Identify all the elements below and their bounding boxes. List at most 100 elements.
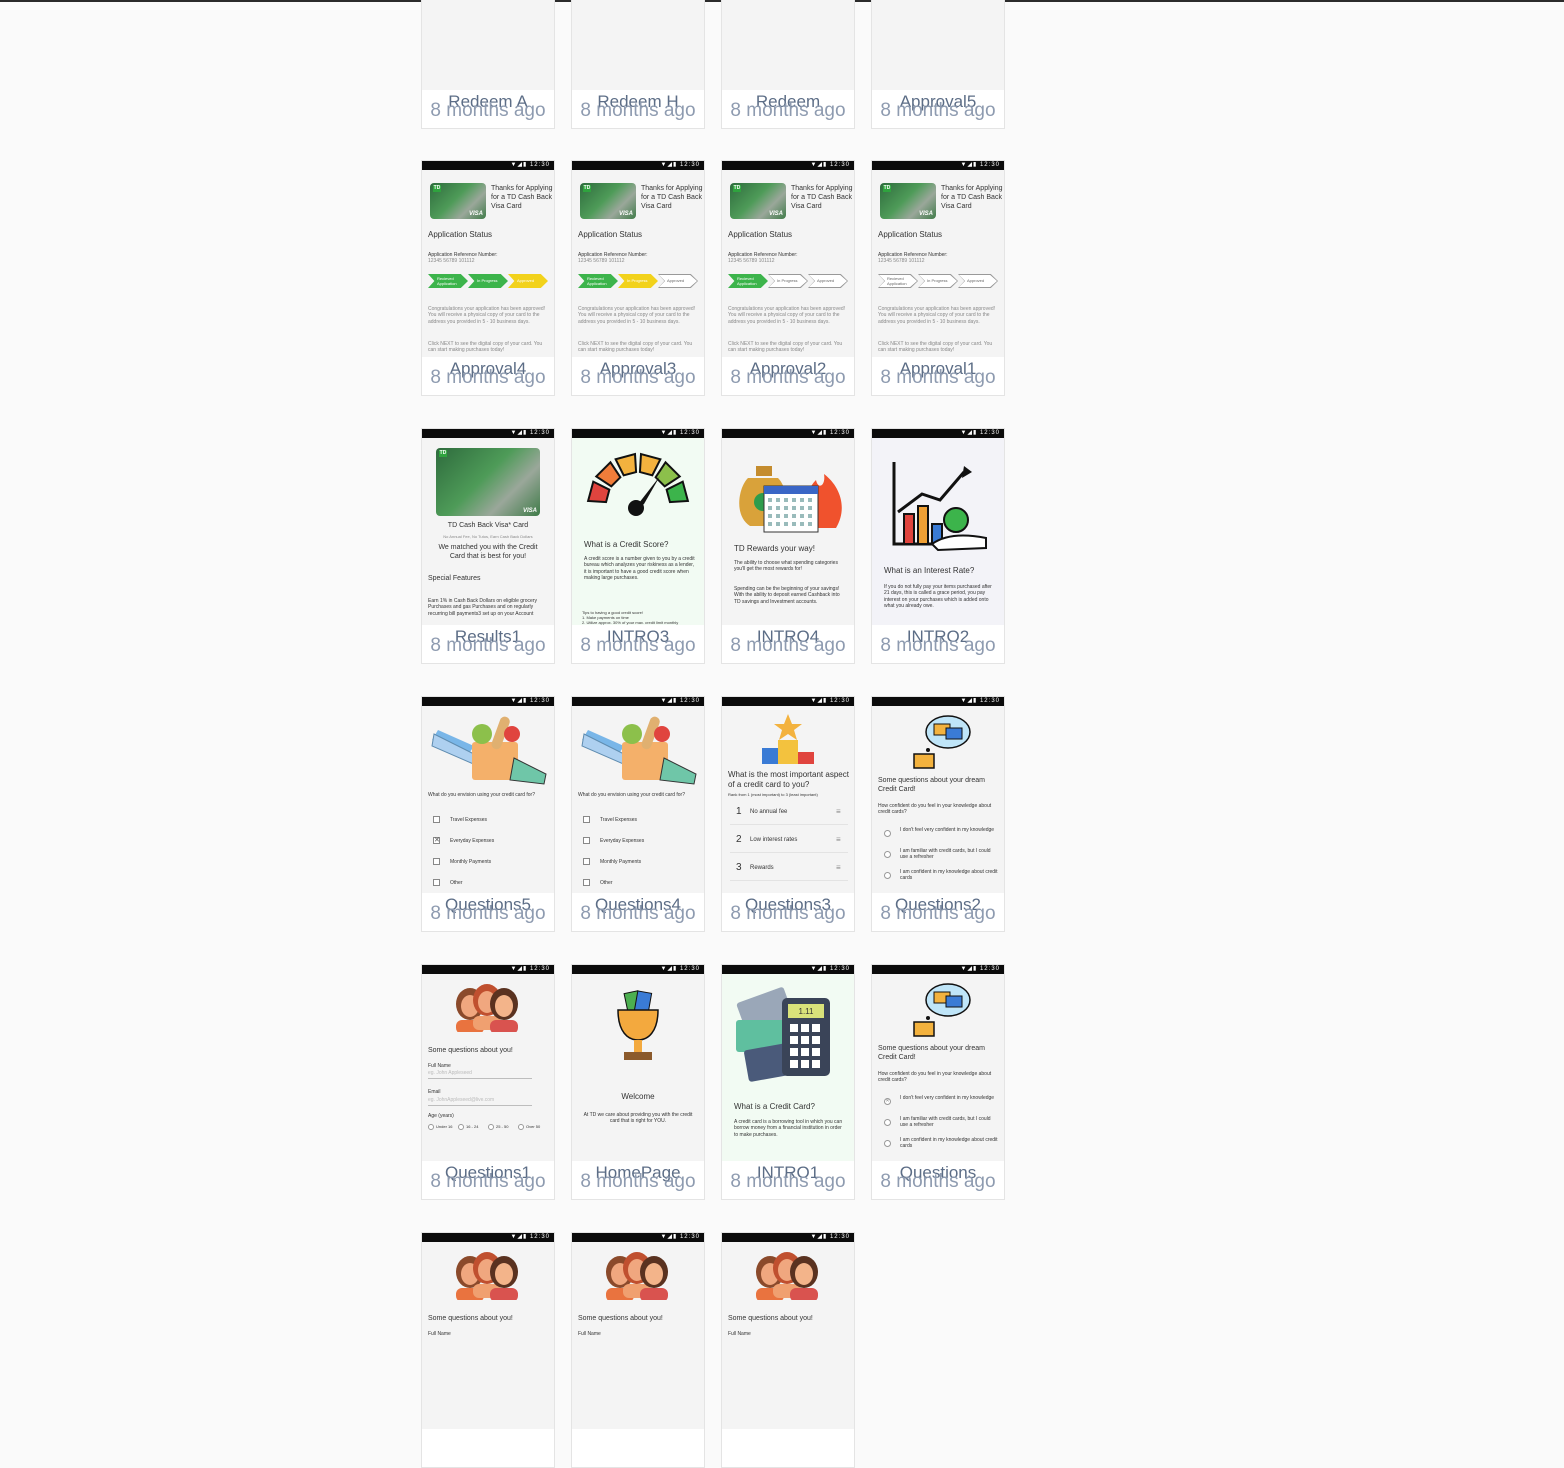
screen-thumbnail[interactable]: ▼◢▮ 12:30 Some questions about you! Full N…	[422, 965, 554, 1161]
visa-logo: VISA	[918, 211, 933, 217]
screen-thumbnail[interactable]: ▼◢▮ 12:30 Some questions about you! Full N…	[572, 1233, 704, 1429]
screen-thumbnail[interactable]: ▼◢▮ 12:30 What is the most important aspe…	[722, 697, 854, 893]
screen-card-approval2[interactable]: ▼◢▮ 12:30 TD VISA Thanks for Applying for a…	[721, 160, 855, 396]
screen-thumbnail[interactable]: ▼◢▮ 12:30 TD VISA Thanks for Applying for a…	[722, 161, 854, 357]
welcome-message: At TD we care about providing you with t…	[583, 1112, 693, 1125]
screen-card-untitled-21[interactable]: ▼◢▮ 12:30 Some questions about you! Full N…	[571, 1232, 705, 1468]
radio-button[interactable]	[884, 872, 891, 879]
screen-content: What do you envision using your credit c…	[572, 706, 704, 893]
screen-thumbnail[interactable]: ▼◢▮ 12:30 TD VISA TD Cash Back Visa* Card No…	[422, 429, 554, 625]
email-underline[interactable]	[428, 1105, 532, 1106]
drag-handle-icon[interactable]: ≡	[836, 807, 841, 817]
screen-thumbnail[interactable]: ▼◢▮ 12:30 What is an Interest Rate? If you…	[872, 429, 1004, 625]
screen-card-questions5[interactable]: ▼◢▮ 12:30 What do you envision using your…	[421, 696, 555, 932]
screen-thumbnail[interactable]: ▼◢▮ 12:30 TD VISA Thanks for Applying for a…	[422, 161, 554, 357]
checkbox[interactable]: ✕	[433, 837, 440, 844]
checkbox[interactable]	[583, 879, 590, 886]
screen-card-intro1[interactable]: ▼◢▮ 12:30 1.11 What is a Credit Card? A cre…	[721, 964, 855, 1200]
screen-thumbnail[interactable]: ▼◢▮ 12:30 Welcome At TD we care about prov…	[572, 965, 704, 1161]
screen-thumbnail[interactable]: ▼◢▮ 12:30TD RewardsInvestmentPayback in …	[572, 0, 704, 90]
screen-thumbnail[interactable]: ▼◢▮ 12:30 TD Rewards your way! The ability…	[722, 429, 854, 625]
drag-handle-icon[interactable]: ≡	[836, 863, 841, 873]
calendar-day	[776, 514, 780, 518]
screen-thumbnail[interactable]: ▼◢▮ 12:30 Some questions about you! Full N…	[722, 1233, 854, 1429]
age-radio[interactable]	[518, 1124, 524, 1130]
screen-thumbnail[interactable]: ▼◢▮ 12:30 Some questions about your dream…	[872, 697, 1004, 893]
gauge-segment	[614, 452, 638, 477]
screen-content: Some questions about your dream Credit C…	[872, 974, 1004, 1161]
screen-card-homepage[interactable]: ▼◢▮ 12:30 Welcome At TD we care about prov…	[571, 964, 705, 1200]
screen-thumbnail[interactable]: ▼◢▮ 12:30Choose how to use your cash rew…	[722, 0, 854, 90]
divider	[730, 880, 848, 881]
screen-card-redeem[interactable]: ▼◢▮ 12:30Choose how to use your cash rew…	[721, 0, 855, 129]
checkbox-label: Monthly Payments	[450, 859, 492, 865]
radio-button[interactable]	[884, 1119, 891, 1126]
checkbox[interactable]	[583, 816, 590, 823]
step-label: Approved	[517, 278, 535, 283]
screen-card-untitled-22[interactable]: ▼◢▮ 12:30 Some questions about you! Full N…	[721, 1232, 855, 1468]
screen-card-questions[interactable]: ▼◢▮ 12:30 Some questions about your dream…	[871, 964, 1005, 1200]
checkbox[interactable]	[433, 879, 440, 886]
checkbox[interactable]	[583, 858, 590, 865]
checkbox-label: Travel Expenses	[450, 817, 488, 823]
last-modified: 8 months ago	[880, 367, 996, 388]
screen-card-approval3[interactable]: ▼◢▮ 12:30 TD VISA Thanks for Applying for a…	[571, 160, 705, 396]
screen-thumbnail[interactable]: ▼◢▮ 12:30 Some questions about you! Full N…	[422, 1233, 554, 1429]
screen-thumbnail[interactable]: ▼◢▮ 12:30Recieved ApplicationIn Progress…	[872, 0, 1004, 90]
screen-card-questions1[interactable]: ▼◢▮ 12:30 Some questions about you! Full N…	[421, 964, 555, 1200]
terminal-key	[790, 1048, 798, 1056]
screen-card-questions2[interactable]: ▼◢▮ 12:30 Some questions about your dream…	[871, 696, 1005, 932]
screen-thumbnail[interactable]: ▼◢▮ 12:30 Some questions about your dream…	[872, 965, 1004, 1161]
card-caption: INTRO2 8 months ago	[872, 625, 1004, 663]
screen-card-redeem a[interactable]: ▼◢▮ 12:30Choose an account to offset you…	[421, 0, 555, 129]
screen-thumbnail[interactable]: ▼◢▮ 12:30 TD VISA Thanks for Applying for a…	[572, 161, 704, 357]
phone-status-bar: ▼◢▮ 12:30	[722, 697, 854, 706]
screen-card-intro4[interactable]: ▼◢▮ 12:30 TD Rewards your way! The ability…	[721, 428, 855, 664]
screen-heading: Some questions about you!	[578, 1315, 663, 1322]
last-modified: 8 months ago	[730, 100, 846, 121]
radio-button[interactable]	[884, 1140, 891, 1147]
screen-card-redeem h[interactable]: ▼◢▮ 12:30TD RewardsInvestmentPayback in …	[571, 0, 705, 129]
age-radio[interactable]	[428, 1124, 434, 1130]
full-name-label: Full Name	[428, 1063, 451, 1069]
screen-card-intro3[interactable]: ▼◢▮ 12:30 What is a Credit Score? A credit…	[571, 428, 705, 664]
status-icons: ▼◢▮ 12:30	[510, 966, 550, 972]
step-label: In Progress	[777, 278, 798, 283]
screen-card-questions4[interactable]: ▼◢▮ 12:30 What do you envision using your…	[571, 696, 705, 932]
gauge-segment	[638, 452, 662, 477]
full-name-underline[interactable]	[428, 1078, 532, 1079]
card-name: TD Cash Back Visa* Card	[447, 522, 529, 529]
terminal-key	[790, 1024, 798, 1032]
progress-step-2: In Progress	[468, 274, 508, 288]
radio-button[interactable]	[884, 851, 891, 858]
radio-button[interactable]: ✕	[884, 1098, 891, 1105]
age-radio[interactable]	[458, 1124, 464, 1130]
screen-card-approval5[interactable]: ▼◢▮ 12:30Recieved ApplicationIn Progress…	[871, 0, 1005, 129]
screen-card-approval1[interactable]: ▼◢▮ 12:30 TD VISA Thanks for Applying for a…	[871, 160, 1005, 396]
screen-thumbnail[interactable]: ▼◢▮ 12:30 What do you envision using your…	[422, 697, 554, 893]
calendar-day	[784, 522, 788, 526]
visa-logo: VISA	[468, 211, 483, 217]
screen-card-intro2[interactable]: ▼◢▮ 12:30 What is an Interest Rate? If you…	[871, 428, 1005, 664]
screen-thumbnail[interactable]: ▼◢▮ 12:30 What is a Credit Score? A credit…	[572, 429, 704, 625]
screen-content: TD RewardsInvestmentPayback in CashAlloc…	[572, 0, 704, 90]
checkbox[interactable]	[583, 837, 590, 844]
card-caption: INTRO3 8 months ago	[572, 625, 704, 663]
checkbox[interactable]	[433, 816, 440, 823]
step-label: Recieved Application	[737, 276, 757, 286]
radio-button[interactable]	[884, 830, 891, 837]
screen-card-results1[interactable]: ▼◢▮ 12:30 TD VISA TD Cash Back Visa* Card No…	[421, 428, 555, 664]
screen-thumbnail[interactable]: ▼◢▮ 12:30 1.11 What is a Credit Card? A cre…	[722, 965, 854, 1161]
screen-thumbnail[interactable]: ▼◢▮ 12:30 What do you envision using your…	[572, 697, 704, 893]
screen-thumbnail[interactable]: ▼◢▮ 12:30Choose an account to offset you…	[422, 0, 554, 90]
age-radio[interactable]	[488, 1124, 494, 1130]
drag-handle-icon[interactable]: ≡	[836, 835, 841, 845]
screen-card-untitled-20[interactable]: ▼◢▮ 12:30 Some questions about you! Full N…	[421, 1232, 555, 1468]
card-caption: Questions 8 months ago	[872, 1161, 1004, 1199]
screen-card-approval4[interactable]: ▼◢▮ 12:30 TD VISA Thanks for Applying for a…	[421, 160, 555, 396]
screen-thumbnail[interactable]: ▼◢▮ 12:30 TD VISA Thanks for Applying for a…	[872, 161, 1004, 357]
gauge-segment	[594, 460, 622, 488]
age-label: Age (years)	[428, 1113, 454, 1119]
checkbox[interactable]	[433, 858, 440, 865]
screen-card-questions3[interactable]: ▼◢▮ 12:30 What is the most important aspe…	[721, 696, 855, 932]
